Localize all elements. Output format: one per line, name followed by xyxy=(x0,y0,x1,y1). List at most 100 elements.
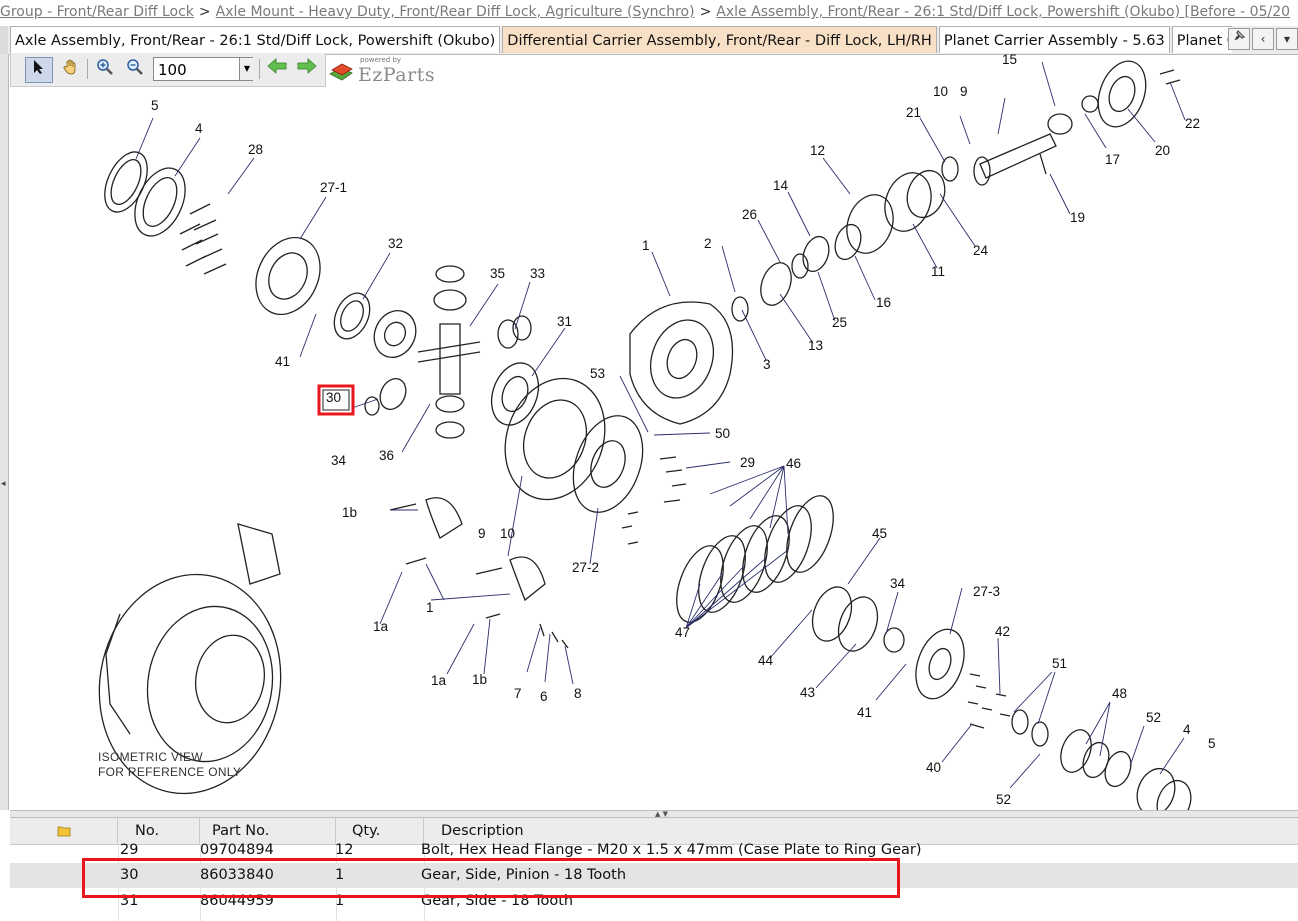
callout-label[interactable]: 34 xyxy=(890,576,906,591)
callout-label[interactable]: 5 xyxy=(151,98,159,113)
tab-scroll-left-edge[interactable] xyxy=(0,26,8,54)
callout-label[interactable]: 53 xyxy=(590,366,605,381)
tab-bar: Axle Assembly, Front/Rear - 26:1 Std/Dif… xyxy=(0,26,1298,55)
pan-hand-icon[interactable] xyxy=(57,57,85,83)
callout-label[interactable]: 12 xyxy=(810,143,825,158)
ezparts-logo: powered by EzParts xyxy=(326,56,436,88)
logo-powered-by: powered by xyxy=(360,56,402,64)
ezparts-logo-icon xyxy=(329,63,353,81)
callout-label[interactable]: 27-1 xyxy=(320,180,347,195)
toolbar-separator xyxy=(259,59,260,79)
callout-label[interactable]: 46 xyxy=(786,456,801,471)
viewer-toolbar: 100 ▼ xyxy=(10,54,326,87)
breadcrumb-link-group[interactable]: Group - Front/Rear Diff Lock xyxy=(0,4,194,20)
callout-label[interactable]: 43 xyxy=(800,685,815,700)
toolbar-separator xyxy=(87,59,88,79)
isometric-note-line1: ISOMETRIC VIEW xyxy=(98,750,203,764)
callout-label[interactable]: 4 xyxy=(195,121,203,136)
collapse-arrow-icon[interactable]: ◂ xyxy=(1,479,6,489)
callout-label[interactable]: 27-2 xyxy=(572,560,599,575)
callout-label[interactable]: 16 xyxy=(876,295,891,310)
callout-label[interactable]: 27-3 xyxy=(973,584,1000,599)
callout-label[interactable]: 3 xyxy=(763,357,771,372)
callout-label[interactable]: 19 xyxy=(1070,210,1085,225)
callout-label[interactable]: 22 xyxy=(1185,116,1200,131)
scroll-left-icon[interactable]: ‹ xyxy=(1252,28,1274,50)
callout-label[interactable]: 2 xyxy=(704,236,712,251)
callout-label[interactable]: 25 xyxy=(832,315,847,330)
tab-planet-carrier[interactable]: Planet Carrier xyxy=(1171,26,1232,53)
tab-controls: ‹ ▾ xyxy=(1226,28,1298,50)
callout-label[interactable]: 28 xyxy=(248,142,263,157)
callout-label[interactable]: 41 xyxy=(275,354,290,369)
callout-label[interactable]: 14 xyxy=(773,178,789,193)
callout-label[interactable]: 51 xyxy=(1052,656,1067,671)
callout-label[interactable]: 24 xyxy=(973,243,989,258)
tab-menu-icon[interactable]: ▾ xyxy=(1276,28,1298,50)
callout-label[interactable]: 47 xyxy=(675,625,690,640)
back-arrow-icon[interactable] xyxy=(265,58,289,80)
tab-planet-carrier-assembly[interactable]: Planet Carrier Assembly - 5.63 xyxy=(938,26,1170,53)
callout-label[interactable]: 1 xyxy=(426,600,434,615)
callout-label[interactable]: 1 xyxy=(642,238,650,253)
callout-label[interactable]: 17 xyxy=(1105,152,1120,167)
zoom-level-input[interactable]: 100 xyxy=(153,57,253,81)
callout-label[interactable]: 1b xyxy=(342,505,357,520)
callout-label[interactable]: 9 xyxy=(478,526,486,541)
callout-label-selected[interactable]: 30 xyxy=(326,390,341,405)
breadcrumb-link-axle-assembly[interactable]: Axle Assembly, Front/Rear - 26:1 Std/Dif… xyxy=(716,4,1290,20)
tab-axle-assembly[interactable]: Axle Assembly, Front/Rear - 26:1 Std/Dif… xyxy=(10,26,501,53)
callout-label[interactable]: 21 xyxy=(906,105,921,120)
splitter-grip-icon[interactable]: ▲ ▼ xyxy=(655,810,668,818)
callout-label[interactable]: 7 xyxy=(514,686,522,701)
callout-label[interactable]: 41 xyxy=(857,705,872,720)
callout-label[interactable]: 4 xyxy=(1183,722,1191,737)
callout-label[interactable]: 10 xyxy=(500,526,515,541)
callout-label[interactable]: 15 xyxy=(1002,54,1017,67)
callout-label[interactable]: 36 xyxy=(379,448,394,463)
callout-label[interactable]: 10 xyxy=(933,84,948,99)
callout-label[interactable]: 1b xyxy=(472,672,487,687)
callout-label[interactable]: 44 xyxy=(758,653,774,668)
zoom-in-icon[interactable] xyxy=(91,57,119,83)
parts-diagram[interactable]: 5 4 28 27-1 32 35 33 31 41 30 34 36 1 2 … xyxy=(10,54,1298,810)
callout-label[interactable]: 13 xyxy=(808,338,823,353)
callout-label[interactable]: 42 xyxy=(995,624,1010,639)
callout-label[interactable]: 48 xyxy=(1112,686,1127,701)
pointer-icon[interactable] xyxy=(25,57,53,83)
pane-splitter[interactable]: ▲ ▼ xyxy=(10,810,1298,818)
callout-label[interactable]: 34 xyxy=(331,453,347,468)
callout-label[interactable]: 8 xyxy=(574,686,582,701)
callout-label[interactable]: 45 xyxy=(872,526,887,541)
breadcrumb: Group - Front/Rear Diff Lock > Axle Mount … xyxy=(0,0,1298,24)
left-collapse-strip[interactable]: ◂ xyxy=(0,54,9,810)
callout-label[interactable]: 6 xyxy=(540,689,548,704)
callout-label[interactable]: 1a xyxy=(431,673,447,688)
callout-label[interactable]: 52 xyxy=(1146,710,1161,725)
callout-label[interactable]: 1a xyxy=(373,619,389,634)
callout-label[interactable]: 29 xyxy=(740,455,755,470)
callout-label[interactable]: 50 xyxy=(715,426,730,441)
callout-label[interactable]: 5 xyxy=(1208,736,1216,751)
callout-label[interactable]: 52 xyxy=(996,792,1011,807)
callout-label[interactable]: 31 xyxy=(557,314,572,329)
callout-label[interactable]: 40 xyxy=(926,760,941,775)
tab-strip: Axle Assembly, Front/Rear - 26:1 Std/Dif… xyxy=(10,26,1232,54)
logo-name: EzParts xyxy=(358,64,436,86)
breadcrumb-link-axle-mount[interactable]: Axle Mount - Heavy Duty, Front/Rear Diff… xyxy=(216,4,695,20)
callout-label[interactable]: 9 xyxy=(960,84,968,99)
forward-arrow-icon[interactable] xyxy=(295,58,319,80)
callout-label[interactable]: 32 xyxy=(388,236,403,251)
breadcrumb-separator: > xyxy=(198,4,211,20)
exploded-view-drawing[interactable]: 5 4 28 27-1 32 35 33 31 41 30 34 36 1 2 … xyxy=(10,54,1298,810)
callout-label[interactable]: 26 xyxy=(742,207,757,222)
callout-label[interactable]: 11 xyxy=(931,264,945,279)
zoom-out-icon[interactable] xyxy=(121,57,149,83)
callout-label[interactable]: 33 xyxy=(530,266,545,281)
zoom-dropdown-arrow-icon[interactable]: ▼ xyxy=(239,58,254,80)
isometric-note-line2: FOR REFERENCE ONLY xyxy=(98,765,241,779)
callout-label[interactable]: 35 xyxy=(490,266,505,281)
pin-icon[interactable] xyxy=(1228,28,1250,50)
callout-label[interactable]: 20 xyxy=(1155,143,1170,158)
tab-differential-carrier[interactable]: Differential Carrier Assembly, Front/Rea… xyxy=(502,26,937,53)
